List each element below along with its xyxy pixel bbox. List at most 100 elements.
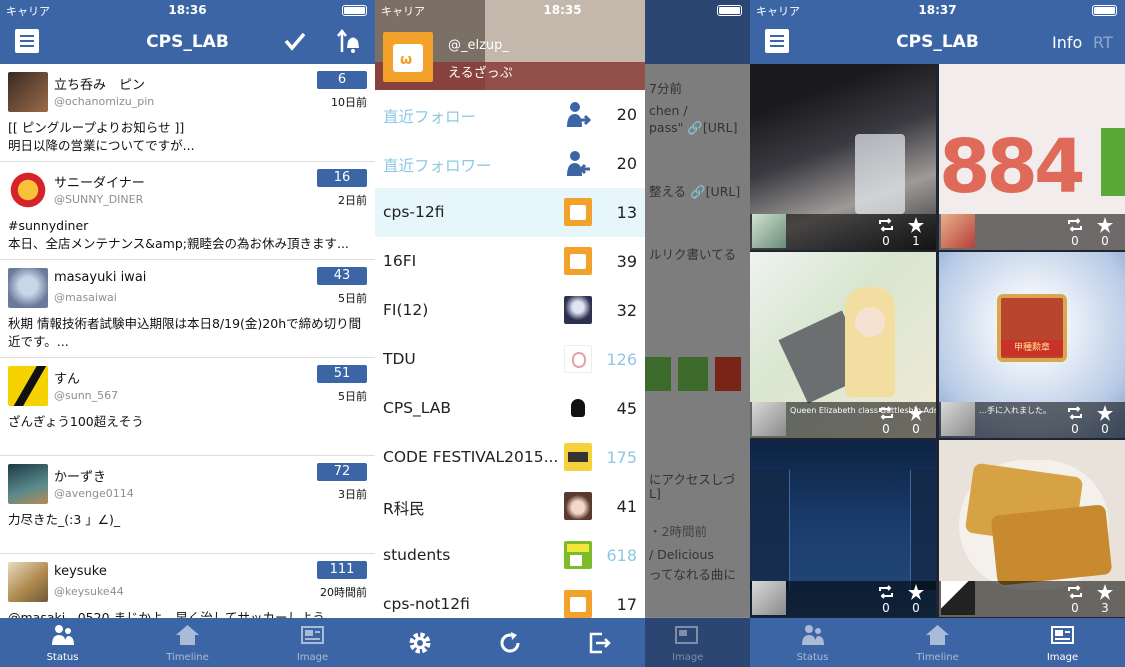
refresh-icon[interactable] xyxy=(498,631,522,655)
list-avatar-icon xyxy=(564,296,592,324)
list-item-16fi[interactable]: 16FI 39 xyxy=(375,237,645,286)
favorite-count: 0 xyxy=(1101,422,1109,436)
retweet-icon[interactable] xyxy=(1067,585,1083,599)
list-label: 16FI xyxy=(383,252,417,270)
list-item-tdu[interactable]: TDU 126 xyxy=(375,335,645,384)
avatar[interactable] xyxy=(8,268,48,308)
favorite-count: 3 xyxy=(1101,601,1109,615)
tweet-row[interactable]: サニーダイナー @SUNNY_DINER 16 2日前 #sunnydiner … xyxy=(0,162,375,260)
logout-icon[interactable] xyxy=(588,631,612,655)
clock: 18:37 xyxy=(918,3,957,17)
retweet-icon[interactable] xyxy=(1067,218,1083,232)
list-item-recent-follow[interactable]: 直近フォロー 20 xyxy=(375,90,645,139)
screen-name: @ochanomizu_pin xyxy=(54,95,155,108)
retweet-icon[interactable] xyxy=(878,406,894,420)
screen-name: @keysuke44 xyxy=(54,585,124,598)
info-button[interactable]: Info xyxy=(1052,33,1082,52)
timestamp: 2日前 xyxy=(338,194,367,207)
avatar[interactable] xyxy=(8,72,48,112)
image-thumbnail[interactable]: 0 0 xyxy=(750,440,936,617)
tweet-text: [[ ピングループよりお知らせ ]] 明日以降の営業についてですが... xyxy=(8,120,195,153)
list-item-fi12[interactable]: FI(12) 32 xyxy=(375,286,645,335)
avatar[interactable] xyxy=(8,464,48,504)
dimmed-background-content[interactable]: 7分前 chen / pass" 🔗[URL] 整える 🔗[URL] ルリク書い… xyxy=(645,0,750,667)
list-item-r-kamin[interactable]: R科民 41 xyxy=(375,482,645,531)
tab-label: Status xyxy=(46,652,79,663)
user-name: 立ち呑み ピン xyxy=(54,78,146,93)
list-item-cps-12fi[interactable]: cps-12fi 13 xyxy=(375,188,645,237)
tab-label: Timeline xyxy=(166,652,209,663)
tweet-count-badge: 16 xyxy=(317,169,367,187)
avatar[interactable] xyxy=(8,366,48,406)
avatar[interactable] xyxy=(8,562,48,602)
users-icon xyxy=(802,625,824,645)
avatar[interactable] xyxy=(752,581,786,615)
star-icon[interactable] xyxy=(1097,584,1113,600)
image-thumbnail[interactable]: 884 0 0 xyxy=(939,64,1125,250)
tab-timeline[interactable]: Timeline xyxy=(875,618,1000,667)
list-avatar-icon xyxy=(564,541,592,569)
screen-name: @SUNNY_DINER xyxy=(54,193,144,206)
tab-image[interactable]: Image xyxy=(250,618,375,667)
retweet-icon[interactable] xyxy=(1067,406,1083,420)
rt-toggle[interactable]: RT xyxy=(1093,33,1113,52)
list-item-recent-followers[interactable]: 直近フォロワー 20 xyxy=(375,139,645,188)
profile-avatar[interactable]: ω xyxy=(383,32,433,82)
retweet-count: 0 xyxy=(1071,422,1079,436)
clock: 18:36 xyxy=(168,3,207,17)
screen-name: @sunn_567 xyxy=(54,389,119,402)
tab-timeline[interactable]: Timeline xyxy=(125,618,250,667)
image-thumbnail[interactable]: 甲種勲章 …手に入れました。 0 0 xyxy=(939,252,1125,438)
list-item-cps-lab[interactable]: CPS_LAB 45 xyxy=(375,384,645,433)
tab-label: Image xyxy=(672,652,704,663)
star-icon[interactable] xyxy=(908,584,924,600)
tab-status[interactable]: Status xyxy=(750,618,875,667)
tweet-row[interactable]: すん @sunn_567 51 5日前 ざんぎょう100超えそう xyxy=(0,358,375,456)
avatar[interactable] xyxy=(941,581,975,615)
drawer-header[interactable]: キャリア 18:35 ω @_elzup_ えるざっぷ xyxy=(375,0,645,90)
avatar[interactable] xyxy=(941,214,975,248)
screen-name: @avenge0114 xyxy=(54,487,134,500)
tweet-row[interactable]: 立ち呑み ピン @ochanomizu_pin 6 10日前 [[ ピングループ… xyxy=(0,64,375,162)
retweet-icon[interactable] xyxy=(878,218,894,232)
list-count: 32 xyxy=(616,301,637,320)
settings-icon[interactable] xyxy=(408,631,432,655)
drawer-toolbar xyxy=(375,618,645,667)
avatar[interactable] xyxy=(752,214,786,248)
tab-image[interactable]: Image xyxy=(1000,618,1125,667)
home-icon xyxy=(926,625,949,645)
image-thumbnail[interactable]: 0 3 xyxy=(939,440,1125,617)
tab-status[interactable]: Status xyxy=(0,618,125,667)
tweet-row[interactable]: かーずき @avenge0114 72 3日前 力尽きた_(:3 」∠)_ xyxy=(0,456,375,554)
avatar[interactable] xyxy=(941,402,975,436)
list-item-code-festival[interactable]: CODE FESTIVAL2015... 175 xyxy=(375,433,645,482)
list-item-students[interactable]: students 618 xyxy=(375,531,645,580)
tab-bar: Status Timeline Image xyxy=(0,618,375,667)
list-label: cps-12fi xyxy=(383,203,445,221)
avatar[interactable] xyxy=(752,402,786,436)
timestamp: 3日前 xyxy=(338,488,367,501)
tweet-count-badge: 51 xyxy=(317,365,367,383)
retweet-count: 0 xyxy=(882,422,890,436)
image-icon xyxy=(675,626,698,644)
checkmark-icon[interactable] xyxy=(284,31,306,51)
tweet-count-badge: 6 xyxy=(317,71,367,89)
home-icon xyxy=(176,625,199,645)
timestamp: 5日前 xyxy=(338,292,367,305)
star-icon[interactable] xyxy=(1097,405,1113,421)
image-thumbnail[interactable]: Queen Elizabeth class Battleship Admiral… xyxy=(750,252,936,438)
retweet-icon[interactable] xyxy=(878,585,894,599)
star-icon[interactable] xyxy=(908,405,924,421)
list-label: 直近フォロワー xyxy=(383,157,492,175)
image-thumbnail[interactable]: 0 1 xyxy=(750,64,936,250)
tweet-text: ざんぎょう100超えそう xyxy=(8,414,144,429)
sort-icon[interactable] xyxy=(336,28,360,54)
star-icon[interactable] xyxy=(908,217,924,233)
background-text: 7分前 xyxy=(649,81,682,96)
tweet-row[interactable]: masayuki iwai @masaiwai 43 5日前 秋期 情報技術者試… xyxy=(0,260,375,358)
retweet-count: 0 xyxy=(882,234,890,248)
avatar[interactable] xyxy=(8,170,48,210)
list-count: 13 xyxy=(616,203,637,222)
list-label: cps-not12fi xyxy=(383,595,470,613)
star-icon[interactable] xyxy=(1097,217,1113,233)
